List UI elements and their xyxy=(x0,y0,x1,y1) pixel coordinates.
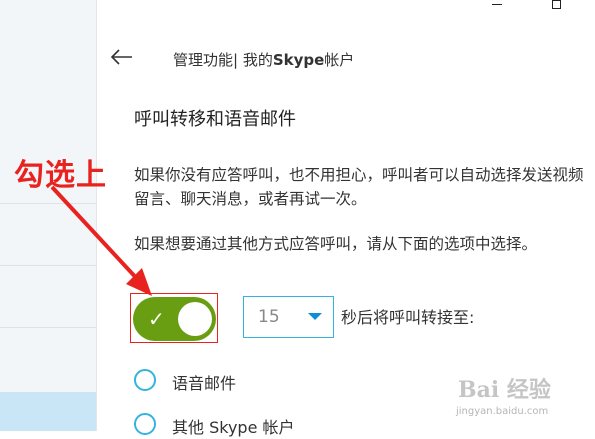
left-navigation-pane xyxy=(0,0,97,431)
chevron-down-icon xyxy=(308,313,322,320)
option-label: 语音邮件 xyxy=(172,374,237,393)
forward-after-label: 秒后将呼叫转接至: xyxy=(341,308,475,327)
breadcrumb-prefix: 管理功能| 我的 xyxy=(173,51,273,69)
left-pane-divider xyxy=(0,203,96,204)
left-pane-divider xyxy=(0,327,96,328)
section-title: 呼叫转移和语音邮件 xyxy=(134,109,296,130)
watermark-logo: Bai 经验 xyxy=(458,377,551,403)
toggle-knob xyxy=(178,302,212,336)
breadcrumb-brand: Skype xyxy=(272,51,325,69)
breadcrumb-suffix: 帐户 xyxy=(324,51,355,69)
checkmark-icon: ✓ xyxy=(148,307,165,331)
back-arrow-icon[interactable] xyxy=(110,46,134,68)
delay-seconds-dropdown[interactable]: 15 xyxy=(243,296,334,338)
option-label: 其他 Skype 帐户 xyxy=(172,418,295,437)
baidu-jingyan-watermark: Bai 经验 jingyan.baidu.com xyxy=(454,372,594,431)
watermark-url: jingyan.baidu.com xyxy=(456,406,549,417)
minimize-button[interactable] xyxy=(492,4,502,5)
left-pane-selected-item[interactable] xyxy=(0,392,96,431)
instruction-paragraph: 如果想要通过其他方式应答呼叫，请从下面的选项中选择。 xyxy=(134,235,538,253)
call-forwarding-toggle[interactable]: ✓ xyxy=(133,297,216,341)
description-paragraph: 如果你没有应答呼叫，也不用担心，呼叫者可以自动选择发送视频留言、聊天消息，或者再… xyxy=(134,166,584,208)
radio-button[interactable] xyxy=(134,413,156,435)
delay-seconds-value: 15 xyxy=(258,307,280,327)
maximize-button[interactable] xyxy=(552,0,561,9)
annotation-label: 勾选上 xyxy=(14,158,107,193)
left-pane-divider xyxy=(0,265,96,266)
radio-button[interactable] xyxy=(134,369,156,391)
breadcrumb: 管理功能| 我的Skype帐户 xyxy=(173,49,354,70)
